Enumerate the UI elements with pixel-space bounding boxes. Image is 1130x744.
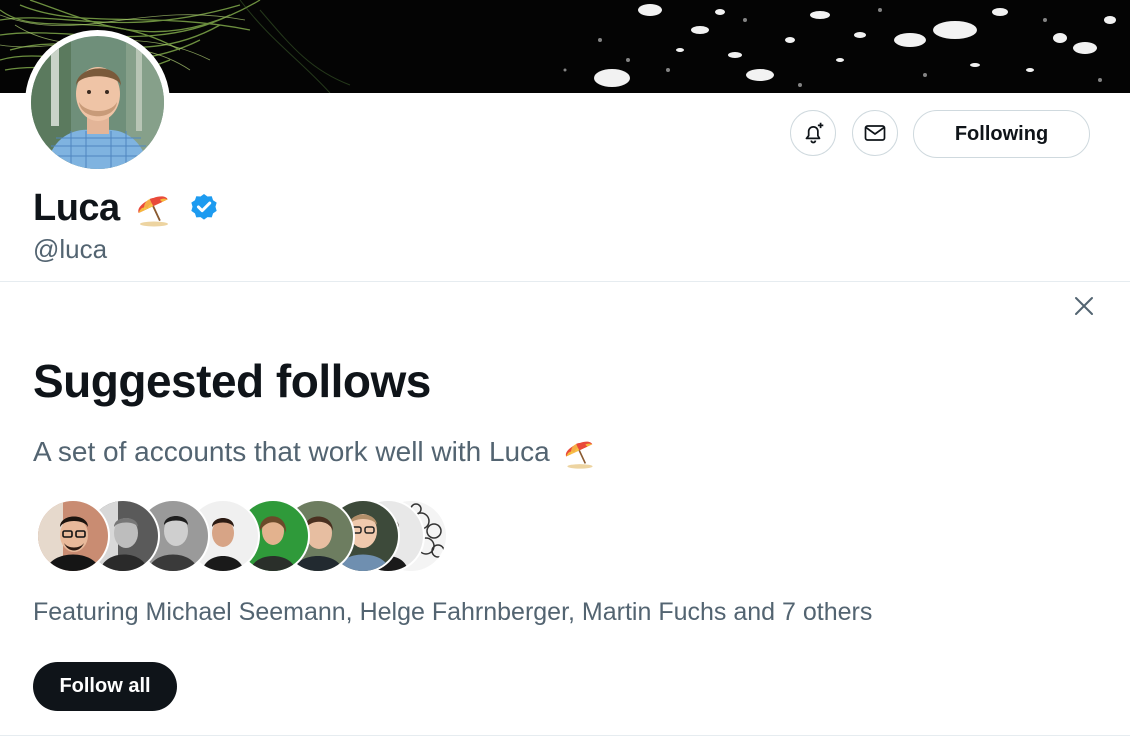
profile-photo [31,36,164,169]
profile-page: Following Luca @luca Suggested follows A… [0,0,1130,744]
umbrella-on-ground-icon [138,196,168,227]
profile-banner[interactable] [0,0,1130,93]
banner-image [0,0,1130,93]
close-suggested-button[interactable] [1068,290,1100,322]
bell-plus-icon [805,122,824,144]
suggested-avatar-stack[interactable] [36,499,456,573]
profile-handle: @luca [33,234,108,264]
suggested-description-row: A set of accounts that work well with Lu… [33,434,598,470]
suggested-follows-title: Suggested follows [33,355,431,407]
suggested-description: A set of accounts that work well with Lu… [33,436,550,467]
suggested-avatar [36,499,110,573]
notify-button[interactable] [790,110,836,156]
follow-all-button[interactable]: Follow all [33,662,177,711]
verified-badge-icon [191,194,217,220]
profile-avatar[interactable] [25,30,170,175]
following-button[interactable]: Following [913,110,1090,158]
featuring-text: Featuring Michael Seemann, Helge Fahrnbe… [33,598,873,626]
display-name-row: Luca [33,185,220,231]
section-divider [0,281,1130,282]
display-name: Luca [33,186,120,229]
close-icon [1075,297,1093,315]
message-button[interactable] [852,110,898,156]
bottom-divider [0,735,1130,736]
umbrella-on-ground-icon [565,441,593,469]
envelope-icon [864,125,886,141]
